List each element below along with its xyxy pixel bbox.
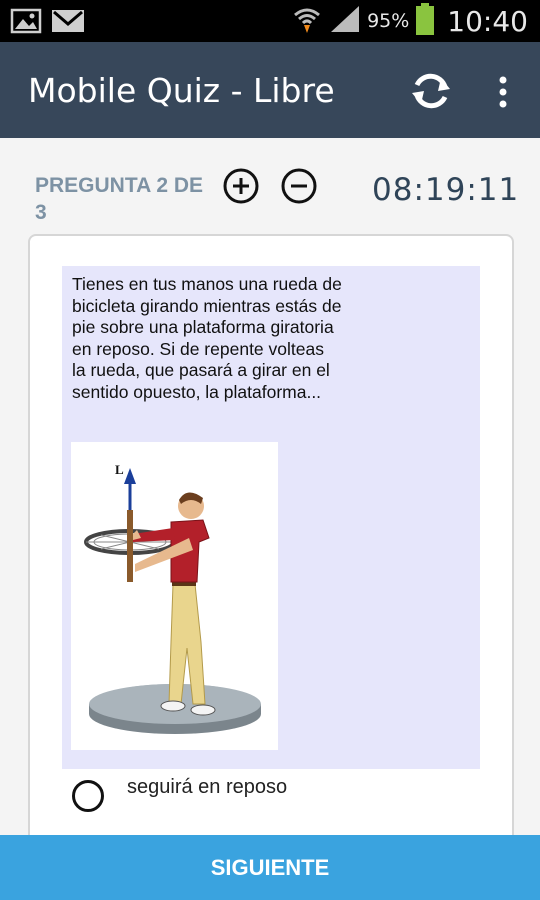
wifi-icon: [291, 3, 323, 40]
app-title: Mobile Quiz - Libre: [28, 71, 335, 110]
quiz-timer: 08:19:11: [372, 172, 520, 208]
next-button[interactable]: SIGUIENTE: [0, 835, 540, 900]
minus-circle-icon: [280, 168, 318, 209]
status-bar: 95% 10:40: [0, 0, 540, 42]
app-bar: Mobile Quiz - Libre: [0, 42, 540, 138]
battery-icon: [415, 2, 435, 41]
battery-percent: 95%: [367, 10, 410, 32]
quiz-content: PREGUNTA 2 DE 3 08:19:11 Tienes en tus m…: [0, 138, 540, 854]
zoom-in-button[interactable]: [222, 167, 260, 205]
overflow-menu-icon: [488, 76, 518, 116]
gmail-icon: [50, 6, 86, 41]
zoom-out-button[interactable]: [280, 167, 318, 205]
image-icon: [10, 6, 42, 41]
answer-option[interactable]: seguirá en reposo: [72, 776, 472, 816]
clock: 10:40: [447, 4, 528, 38]
radio-button[interactable]: [72, 780, 104, 812]
question-card: Tienes en tus manos una rueda de bicicle…: [28, 234, 514, 854]
overflow-menu-button[interactable]: [488, 72, 518, 112]
answer-option-label: seguirá en reposo: [127, 776, 288, 798]
figure-label: L: [115, 462, 124, 477]
question-counter: PREGUNTA 2 DE 3: [35, 174, 204, 224]
signal-icon: [329, 4, 361, 39]
question-box: Tienes en tus manos una rueda de bicicle…: [62, 266, 480, 769]
plus-circle-icon: [222, 168, 260, 209]
question-text: Tienes en tus manos una rueda de bicicle…: [72, 274, 342, 402]
question-figure: L: [71, 442, 278, 750]
refresh-icon: [408, 73, 454, 118]
refresh-button[interactable]: [408, 68, 454, 114]
person-wheel-illustration: L: [84, 462, 261, 734]
